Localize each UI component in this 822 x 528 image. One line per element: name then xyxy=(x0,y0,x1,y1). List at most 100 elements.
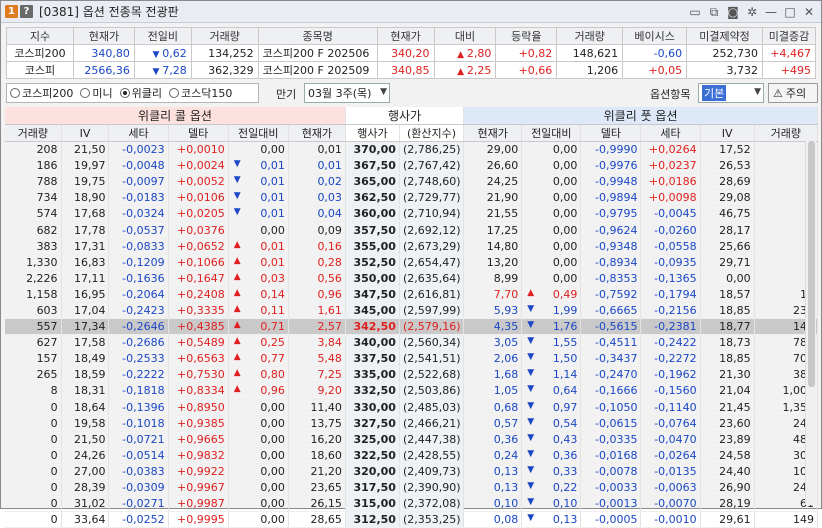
strike-price: 350,00 xyxy=(345,270,400,287)
up-arrow-icon: ▲ xyxy=(233,320,241,331)
settings-icon[interactable]: ✲ xyxy=(744,4,760,20)
put-change-cell: ▼ 1,50 xyxy=(521,350,582,368)
call-theta: -0,0183 xyxy=(108,189,169,207)
radio-icon[interactable] xyxy=(168,88,179,98)
option-row[interactable]: 574 17,68 -0,0324 +0,0205 ▼ 0,01 0,04 360,00 (2,… xyxy=(5,205,819,223)
call-volume: 208 xyxy=(5,141,62,159)
option-row[interactable]: 8 18,31 -0,1818 +0,8334 ▲ 0,96 9,20 332,50 (2,50… xyxy=(5,382,819,400)
converted-index: (2,390,90) xyxy=(399,479,465,497)
radio-icon[interactable] xyxy=(119,88,130,98)
index-row[interactable]: 코스피200 340,80 ▼ 0,62 134,252 코스피200 F 202506… xyxy=(6,44,817,62)
option-row[interactable]: 0 24,26 -0,0514 +0,9832 0,00 18,60 322,50 (2,42… xyxy=(5,447,819,464)
market-radio-option[interactable]: 미니 xyxy=(80,85,113,101)
market-radio-option[interactable]: 코스닥150 xyxy=(168,85,232,101)
vertical-scrollbar[interactable] xyxy=(805,141,816,505)
option-row[interactable]: 734 18,90 -0,0183 +0,0106 ▼ 0,01 0,03 362,50 (2,… xyxy=(5,189,819,207)
option-row[interactable]: 1,330 16,83 -0,1209 +0,1066 ▲ 0,01 0,28 352,50(… xyxy=(5,254,819,271)
radio-icon[interactable] xyxy=(10,88,20,98)
call-iv: 18,59 xyxy=(61,366,110,384)
call-volume: 0 xyxy=(5,463,62,480)
grid-col-header: 거래량 xyxy=(754,124,819,142)
down-arrow-icon: ▼ xyxy=(527,384,535,395)
put-price: 29,00 xyxy=(463,141,523,159)
close-icon[interactable]: ✕ xyxy=(801,4,817,20)
call-theta: -0,0271 xyxy=(108,495,169,513)
call-price: 9,20 xyxy=(288,382,346,400)
option-row[interactable]: 627 17,58 -0,2686 +0,5489 ▲ 0,25 3,84 340,00 (2,… xyxy=(5,334,819,352)
scrollbar-thumb[interactable] xyxy=(808,141,815,387)
put-delta: -0,9624 xyxy=(580,221,642,239)
call-theta: -0,0514 xyxy=(108,447,169,464)
option-row[interactable]: 0 19,58 -0,1018 +0,9385 0,00 13,75 327,50 (2,46… xyxy=(5,415,819,432)
camera-icon[interactable]: ◙ xyxy=(725,4,741,20)
up-arrow-icon: ▲ xyxy=(233,239,241,250)
option-row[interactable]: 0 28,39 -0,0309 +0,9967 0,00 23,65 317,50 (2,39… xyxy=(5,479,819,497)
put-change: 0,00 xyxy=(552,271,578,285)
call-iv: 28,39 xyxy=(61,479,110,497)
maximize-icon[interactable]: □ xyxy=(782,4,798,20)
call-iv: 24,26 xyxy=(61,447,110,464)
put-iv: 0,00 xyxy=(700,270,755,287)
expiry-value: 03월 3주(목) xyxy=(308,87,372,100)
call-volume: 0 xyxy=(5,399,62,416)
option-row[interactable]: 1,158 16,95 -0,2064 +0,2408 ▲ 0,14 0,96 347,50(… xyxy=(5,286,819,303)
index-row[interactable]: 코스피 2566,36 ▼ 7,28 362,329 코스피200 F 202509 34… xyxy=(6,61,817,79)
put-change: 0,33 xyxy=(552,464,578,478)
option-board-grid: 위클리 콜 옵션 행사가 위클리 풋 옵션 거래량 IV 세타 델타 전일대비 현재가 행사… xyxy=(5,107,819,528)
up-arrow-icon: ▲ xyxy=(233,384,241,395)
option-row[interactable]: 0 27,00 -0,0383 +0,9922 0,00 21,20 320,00 (2,40… xyxy=(5,463,819,480)
up-arrow-icon: ▲ xyxy=(233,255,241,266)
option-row[interactable]: 682 17,78 -0,0537 +0,0376 0,00 0,09 357,50 (2,6… xyxy=(5,221,819,239)
call-price: 0,01 xyxy=(288,141,346,159)
call-iv: 17,78 xyxy=(61,221,110,239)
call-delta: +0,0024 xyxy=(168,157,229,175)
window-number-badge[interactable]: 1 xyxy=(5,5,18,18)
option-field-select[interactable]: 기본 ▼ xyxy=(698,83,764,103)
expiry-select[interactable]: 03월 3주(목) ▼ xyxy=(304,83,390,103)
put-iv: 18,85 xyxy=(700,302,755,320)
call-iv: 18,49 xyxy=(61,350,110,368)
help-icon[interactable]: ? xyxy=(20,5,33,18)
future-volume: 148,621 xyxy=(556,44,624,62)
market-radio-option[interactable]: 위클리 xyxy=(119,85,162,101)
call-price: 7,25 xyxy=(288,366,346,384)
minimize-icon[interactable]: — xyxy=(763,4,779,20)
put-iv: 23,89 xyxy=(700,431,755,448)
call-change: 0,96 xyxy=(260,384,285,398)
future-name: 코스피200 F 202506 xyxy=(257,44,378,62)
option-row[interactable]: 383 17,31 -0,0833 +0,0652 ▲ 0,01 0,16 355,00 (2,… xyxy=(5,238,819,255)
option-row[interactable]: 2,226 17,11 -0,1636 +0,1647 ▲ 0,03 0,56 350,00(… xyxy=(5,270,819,287)
option-row[interactable]: 0 33,64 -0,0252 +0,9995 0,00 28,65 312,50 (2,35… xyxy=(5,511,819,528)
radio-icon[interactable] xyxy=(80,88,91,98)
put-theta: -0,0010 xyxy=(640,511,701,528)
warning-icon: ⚠ xyxy=(773,86,783,100)
option-row[interactable]: 157 18,49 -0,2533 +0,6563 ▲ 0,77 5,48 337,50 (2,… xyxy=(5,350,819,368)
call-change-cell: ▲ 0,80 xyxy=(228,366,289,384)
call-iv: 17,31 xyxy=(61,238,110,255)
put-theta: -0,0260 xyxy=(640,221,701,239)
option-row[interactable]: 557 17,34 -0,2646 +0,4385 ▲ 0,71 2,57 342,50 (2,… xyxy=(5,318,819,336)
screen-icon[interactable]: ▭ xyxy=(687,4,703,20)
option-row[interactable]: 603 17,04 -0,2423 +0,3335 ▲ 0,11 1,61 345,00 (2,… xyxy=(5,302,819,320)
put-price: 8,99 xyxy=(463,270,523,287)
call-change: 0,25 xyxy=(260,336,285,350)
option-row[interactable]: 0 31,02 -0,0271 +0,9987 0,00 26,15 315,00 (2,37… xyxy=(5,495,819,513)
copy-icon[interactable]: ⧉ xyxy=(706,4,722,20)
call-delta: +0,4385 xyxy=(168,318,229,336)
strike-price: 362,50 xyxy=(345,189,400,207)
market-radio-option[interactable]: 코스피200 xyxy=(10,85,73,101)
option-row[interactable]: 208 21,50 -0,0023 +0,0010 0,00 0,01 370,00 (2,7… xyxy=(5,141,819,159)
call-change: 0,80 xyxy=(260,368,285,382)
option-row[interactable]: 186 19,97 -0,0048 +0,0024 ▼ 0,01 0,01 367,50 (2,… xyxy=(5,157,819,175)
put-price: 14,80 xyxy=(463,238,523,255)
note-button[interactable]: ⚠ 주의 xyxy=(768,83,818,103)
down-arrow-icon: ▼ xyxy=(152,66,163,77)
option-row[interactable]: 0 21,50 -0,0721 +0,9665 0,00 16,20 325,00 (2,44… xyxy=(5,431,819,448)
put-delta: -0,1050 xyxy=(580,399,642,416)
option-row[interactable]: 0 18,64 -0,1396 +0,8950 0,00 11,40 330,00 (2,48… xyxy=(5,399,819,416)
option-row[interactable]: 788 19,75 -0,0097 +0,0052 ▼ 0,01 0,02 365,00 (2,… xyxy=(5,173,819,191)
strike-price: 327,50 xyxy=(345,415,400,432)
index-col-header: 등락율 xyxy=(495,27,558,45)
put-price: 1,68 xyxy=(463,366,523,384)
option-row[interactable]: 265 18,59 -0,2222 +0,7530 ▲ 0,80 7,25 335,00 (2,… xyxy=(5,366,819,384)
